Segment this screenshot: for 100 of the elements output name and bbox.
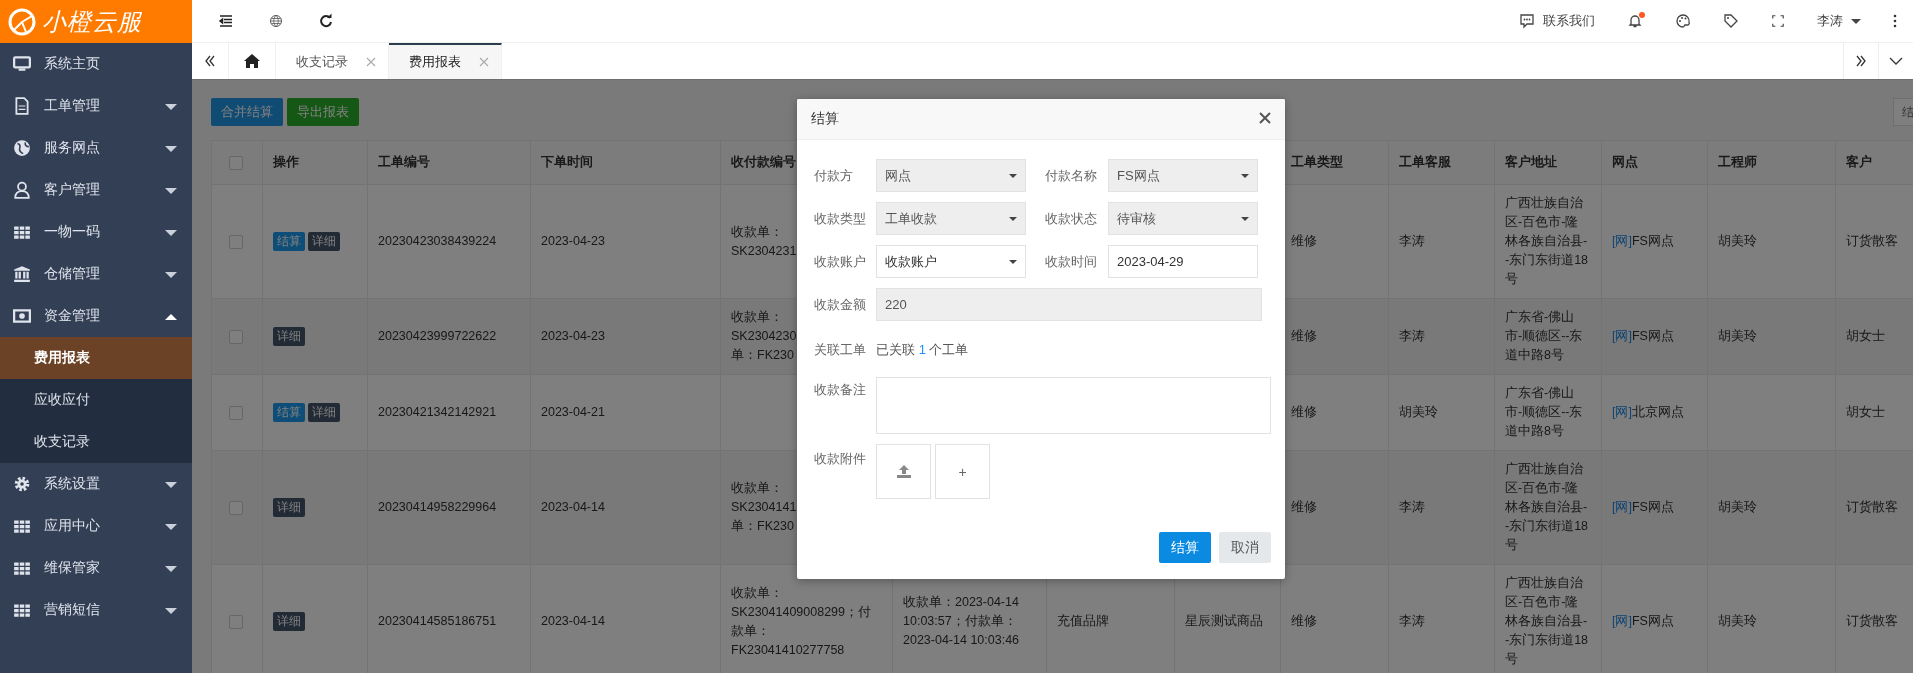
- table-cell: 订货散客: [1846, 614, 1898, 628]
- detail-button[interactable]: 详细: [308, 232, 340, 251]
- banknote-icon: [12, 307, 32, 325]
- table-cell: 20230414958229964: [378, 500, 497, 514]
- column-header: 收付款编号: [731, 155, 796, 169]
- sidebar-item[interactable]: 客户管理: [0, 169, 192, 211]
- sidebar-item[interactable]: 服务网点: [0, 127, 192, 169]
- person-icon: [12, 181, 32, 199]
- detail-button[interactable]: 详细: [273, 612, 305, 631]
- sidebar-item[interactable]: 系统设置: [0, 463, 192, 505]
- table-cell: 胡美玲: [1718, 234, 1757, 248]
- sidebar-subitem[interactable]: 应收应付: [0, 379, 192, 421]
- sidebar-item[interactable]: 资金管理: [0, 295, 192, 337]
- network-link[interactable]: [网]北京网点: [1612, 405, 1684, 419]
- network-link[interactable]: [网]FS网点: [1612, 614, 1674, 628]
- caret-down-icon: [164, 185, 178, 195]
- table-cell: 收款单：2023-04-14 10:03:57；付款单：2023-04-14 10:03:46: [903, 595, 1020, 647]
- cancel-button[interactable]: 取消: [1219, 532, 1271, 563]
- table-cell: 2023-04-14: [541, 500, 605, 514]
- page-tab[interactable]: 费用报表: [389, 43, 502, 79]
- network-link[interactable]: [网]FS网点: [1612, 329, 1674, 343]
- table-cell: 20230421342142921: [378, 405, 497, 419]
- table-cell: 收款单： SK2304231: [731, 224, 797, 258]
- field-label: 付款方: [814, 166, 854, 185]
- globe-icon: [269, 14, 283, 28]
- table-cell: 广西壮族自治区-百色市-隆林各族自治县--东门东街道18号: [1505, 576, 1589, 666]
- table-cell: 胡女士: [1846, 329, 1885, 343]
- column-header: 操作: [273, 155, 299, 169]
- field-label: 收款账户: [814, 252, 867, 271]
- table-cell: 2023-04-23: [541, 329, 605, 343]
- column-header: 工单编号: [378, 155, 430, 169]
- table-cell: 维修: [1291, 234, 1317, 248]
- select-field[interactable]: 收款账户: [876, 245, 1026, 278]
- linked-orders-text: 已关联 1 个工单: [876, 341, 969, 359]
- column-header: 下单时间: [541, 155, 593, 169]
- checkbox[interactable]: [229, 405, 243, 420]
- confirm-button[interactable]: 结算: [1159, 532, 1211, 563]
- caret-up-icon: [164, 311, 178, 321]
- more-vertical-icon: [1893, 14, 1897, 28]
- column-header: 网点: [1612, 155, 1638, 169]
- table-cell: 胡女士: [1846, 405, 1885, 419]
- caret-down-icon: [164, 479, 178, 489]
- table-cell: 广西壮族自治区-百色市-隆林各族自治县--东门东街道18号: [1505, 462, 1589, 552]
- refresh-icon: [318, 13, 334, 29]
- add-attachment-button[interactable]: +: [935, 444, 990, 499]
- upload-icon: [895, 463, 912, 480]
- detail-button[interactable]: 详细: [308, 403, 340, 422]
- sidebar-item[interactable]: 工单管理: [0, 85, 192, 127]
- checkbox[interactable]: [229, 500, 243, 515]
- input-field[interactable]: 2023-04-29: [1108, 245, 1258, 278]
- network-link[interactable]: [网]FS网点: [1612, 234, 1674, 248]
- table-cell: 胡美玲: [1399, 405, 1438, 419]
- sidebar-subitem[interactable]: 收支记录: [0, 421, 192, 463]
- table-cell: 维修: [1291, 500, 1317, 514]
- table-cell: 李涛: [1399, 614, 1425, 628]
- checkbox[interactable]: [229, 234, 243, 249]
- sidebar-item[interactable]: 营销短信: [0, 589, 192, 631]
- sidebar-subitem[interactable]: 费用报表: [0, 337, 192, 379]
- table-cell: 20230423038439224: [378, 234, 497, 248]
- palette-icon: [1675, 13, 1691, 29]
- table-cell: 2023-04-23: [541, 234, 605, 248]
- field-label: 收款类型: [814, 209, 867, 228]
- column-header: 客户地址: [1505, 155, 1557, 169]
- network-link[interactable]: [网]FS网点: [1612, 500, 1674, 514]
- table-cell: 李涛: [1399, 234, 1425, 248]
- checkbox[interactable]: [229, 155, 243, 170]
- caret-down-icon: [164, 605, 178, 615]
- caret-down-icon: [1851, 18, 1861, 24]
- grid-icon: [12, 559, 32, 577]
- detail-button[interactable]: 详细: [273, 498, 305, 517]
- contact-us-button[interactable]: 联系我们: [1503, 0, 1611, 43]
- field-label: 收款时间: [1045, 252, 1098, 271]
- sidebar-item[interactable]: 一物一码: [0, 211, 192, 253]
- table-cell: 广东省-佛山市-顺德区--东道中路8号: [1505, 310, 1583, 362]
- table-cell: 维修: [1291, 329, 1317, 343]
- upload-button[interactable]: [876, 444, 931, 499]
- detail-button[interactable]: 详细: [273, 327, 305, 346]
- globe-icon: [12, 139, 32, 157]
- field-label: 收款附件: [814, 450, 867, 468]
- table-cell: 2023-04-14: [541, 614, 605, 628]
- sidebar-item[interactable]: 维保管家: [0, 547, 192, 589]
- brand-logo-text: 小橙云服: [42, 6, 142, 37]
- grid-icon: [12, 517, 32, 535]
- column-header: 工程师: [1718, 155, 1757, 169]
- user-menu[interactable]: 李涛: [1801, 0, 1877, 43]
- table-cell: 20230423999722622: [378, 329, 497, 343]
- field-label: 关联工单: [814, 341, 867, 359]
- caret-down-icon: [164, 563, 178, 573]
- checkbox[interactable]: [229, 614, 243, 629]
- remark-textarea[interactable]: [876, 377, 1271, 434]
- checkbox[interactable]: [229, 329, 243, 344]
- field-label: 收款备注: [814, 381, 867, 399]
- column-header: 客户: [1846, 155, 1872, 169]
- sidebar-item[interactable]: 仓储管理: [0, 253, 192, 295]
- table-cell: 订货散客: [1846, 234, 1898, 248]
- grid-icon: [12, 601, 32, 619]
- sidebar-item[interactable]: 应用中心: [0, 505, 192, 547]
- sidebar-item[interactable]: 系统主页: [0, 43, 192, 85]
- close-icon: [366, 57, 376, 67]
- caret-down-icon: [164, 143, 178, 153]
